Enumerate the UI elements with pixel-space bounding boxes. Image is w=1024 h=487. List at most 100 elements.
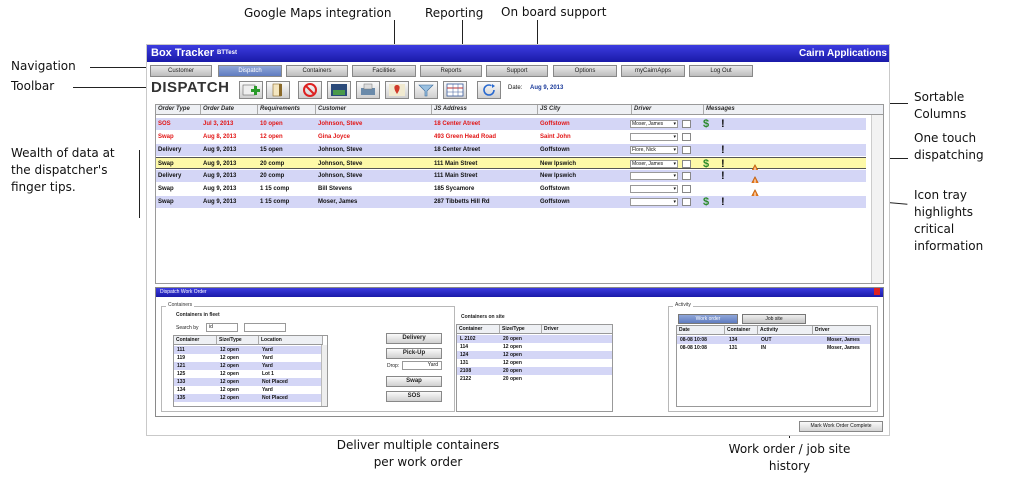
table-row[interactable]: Delivery Aug 9, 2013 15 open Johnson, Steve…	[156, 144, 866, 156]
driver-select[interactable]	[630, 172, 678, 180]
search-input[interactable]	[244, 323, 286, 332]
activity-col-date[interactable]: Date	[677, 326, 725, 335]
dispatch-checkbox[interactable]	[682, 133, 691, 141]
warning-icon[interactable]	[749, 171, 761, 186]
printer-button[interactable]	[356, 81, 380, 99]
activity-row[interactable]: 08-08 10:08 134 OUT Moser, James	[677, 336, 870, 344]
driver-select[interactable]: Flore, Nick	[630, 146, 678, 154]
activity-row[interactable]: 08-08 10:08 131 IN Moser, James	[677, 344, 870, 352]
dollar-icon[interactable]: $	[703, 196, 709, 208]
dollar-icon[interactable]: $	[703, 158, 709, 170]
warning-icon[interactable]	[749, 184, 761, 199]
column-driver[interactable]: Driver	[632, 105, 704, 114]
column-order-type[interactable]: Order Type	[156, 105, 201, 114]
tab-support[interactable]: Support	[486, 65, 548, 77]
dispatch-checkbox[interactable]	[682, 185, 691, 193]
table-row[interactable]: Delivery Aug 9, 2013 20 comp Johnson, Steve…	[156, 170, 866, 186]
activity-col-activity[interactable]: Activity	[758, 326, 813, 335]
dispatch-checkbox[interactable]	[682, 198, 691, 206]
site-row[interactable]: 2122 20 open	[457, 375, 612, 383]
tab-facilities[interactable]: Facilities	[352, 65, 416, 77]
cancel-button[interactable]	[298, 81, 322, 99]
activity-col-container[interactable]: Container	[725, 326, 758, 335]
alert-icon[interactable]: !	[721, 196, 725, 208]
search-by-select[interactable]: id	[206, 323, 238, 332]
site-row-cell: 124	[460, 352, 469, 358]
filter-button[interactable]	[414, 81, 438, 99]
table-row[interactable]: Swap Aug 9, 2013 1 15 comp Moser, James 287 …	[156, 196, 866, 208]
dispatch-checkbox[interactable]	[682, 160, 691, 168]
site-col-container[interactable]: Container	[457, 325, 500, 334]
site-row[interactable]: 131 12 open	[457, 359, 612, 367]
site-col-size[interactable]: Size/Type	[500, 325, 542, 334]
mark-complete-button[interactable]: Mark Work Order Complete	[799, 421, 883, 432]
pickup-button[interactable]: Pick-Up	[386, 348, 442, 359]
fleet-row[interactable]: 135 12 open Not Placed	[174, 394, 327, 402]
delivery-button[interactable]: Delivery	[386, 333, 442, 344]
driver-select[interactable]	[630, 198, 678, 206]
tab-reports[interactable]: Reports	[420, 65, 482, 77]
column-js-city[interactable]: JS City	[538, 105, 632, 114]
tab-dispatch[interactable]: Dispatch	[218, 65, 282, 77]
driver-select[interactable]: Moser, James	[630, 160, 678, 168]
grid-scrollbar[interactable]	[871, 115, 883, 283]
site-row-cell: 12 open	[503, 344, 522, 350]
activity-col-driver[interactable]: Driver	[813, 326, 870, 335]
add-button[interactable]	[239, 81, 263, 99]
alert-icon[interactable]: !	[721, 170, 725, 182]
sos-button[interactable]: SOS	[386, 391, 442, 402]
tab-options[interactable]: Options	[553, 65, 617, 77]
tab-customer[interactable]: Customer	[150, 65, 212, 77]
fleet-row-cell: Yard	[262, 387, 273, 393]
site-row[interactable]: 2108 20 open	[457, 367, 612, 375]
tab-logout[interactable]: Log Out	[689, 65, 753, 77]
warning-icon[interactable]	[749, 159, 761, 174]
alert-icon[interactable]: !	[721, 144, 725, 156]
site-row[interactable]: 114 12 open	[457, 343, 612, 351]
drop-input[interactable]: Yard	[402, 361, 442, 370]
fleet-row[interactable]: 111 12 open Yard	[174, 346, 327, 354]
fleet-col-size[interactable]: Size/Type	[217, 336, 259, 345]
fleet-scrollbar[interactable]	[321, 345, 327, 406]
driver-select[interactable]	[630, 133, 678, 141]
close-icon[interactable]	[874, 288, 880, 295]
column-js-address[interactable]: JS Address	[432, 105, 538, 114]
refresh-button[interactable]	[477, 81, 501, 99]
column-messages[interactable]: Messages	[704, 105, 872, 114]
table-row[interactable]: Swap Aug 8, 2013 12 open Gina Joyce 493 Gree…	[156, 131, 866, 143]
driver-select[interactable]	[630, 185, 678, 193]
table-row[interactable]: SOS Jul 3, 2013 10 open Johnson, Steve 18 Ce…	[156, 118, 866, 130]
swap-button[interactable]: Swap	[386, 376, 442, 387]
site-col-driver[interactable]: Driver	[542, 325, 612, 334]
dispatch-checkbox[interactable]	[682, 146, 691, 154]
fleet-row[interactable]: 125 12 open Lot 1	[174, 370, 327, 378]
table-row[interactable]: Swap Aug 9, 2013 1 15 comp Bill Stevens 185 …	[156, 183, 866, 199]
tab-job-site[interactable]: Job site	[742, 314, 806, 324]
column-order-date[interactable]: Order Date	[201, 105, 258, 114]
alert-icon[interactable]: !	[721, 118, 725, 130]
column-requirements[interactable]: Requirements	[258, 105, 316, 114]
tab-work-order[interactable]: Work order	[678, 314, 738, 324]
dispatch-checkbox[interactable]	[682, 120, 691, 128]
tab-containers[interactable]: Containers	[286, 65, 348, 77]
alert-icon[interactable]: !	[721, 158, 725, 170]
column-customer[interactable]: Customer	[316, 105, 432, 114]
dollar-icon[interactable]: $	[703, 118, 709, 130]
map-button[interactable]	[327, 81, 351, 99]
fleet-col-location[interactable]: Location	[259, 336, 323, 345]
site-row[interactable]: L 2102 20 open	[457, 335, 612, 343]
table-button[interactable]	[443, 81, 467, 99]
fleet-row[interactable]: 119 12 open Yard	[174, 354, 327, 362]
fleet-row[interactable]: 134 12 open Yard	[174, 386, 327, 394]
fleet-col-container[interactable]: Container	[174, 336, 217, 345]
google-maps-button[interactable]	[385, 81, 409, 99]
table-row[interactable]: Swap Aug 9, 2013 20 comp Johnson, Steve 111 …	[156, 157, 866, 174]
dispatch-checkbox[interactable]	[682, 172, 691, 180]
driver-select[interactable]: Moser, James	[630, 120, 678, 128]
site-row[interactable]: 124 12 open	[457, 351, 612, 359]
tab-mycairnapps[interactable]: myCairnApps	[621, 65, 685, 77]
cell-order-date: Aug 9, 2013	[203, 161, 237, 167]
fleet-row[interactable]: 121 12 open Yard	[174, 362, 327, 370]
fleet-row[interactable]: 133 12 open Not Placed	[174, 378, 327, 386]
document-button[interactable]	[266, 81, 290, 99]
